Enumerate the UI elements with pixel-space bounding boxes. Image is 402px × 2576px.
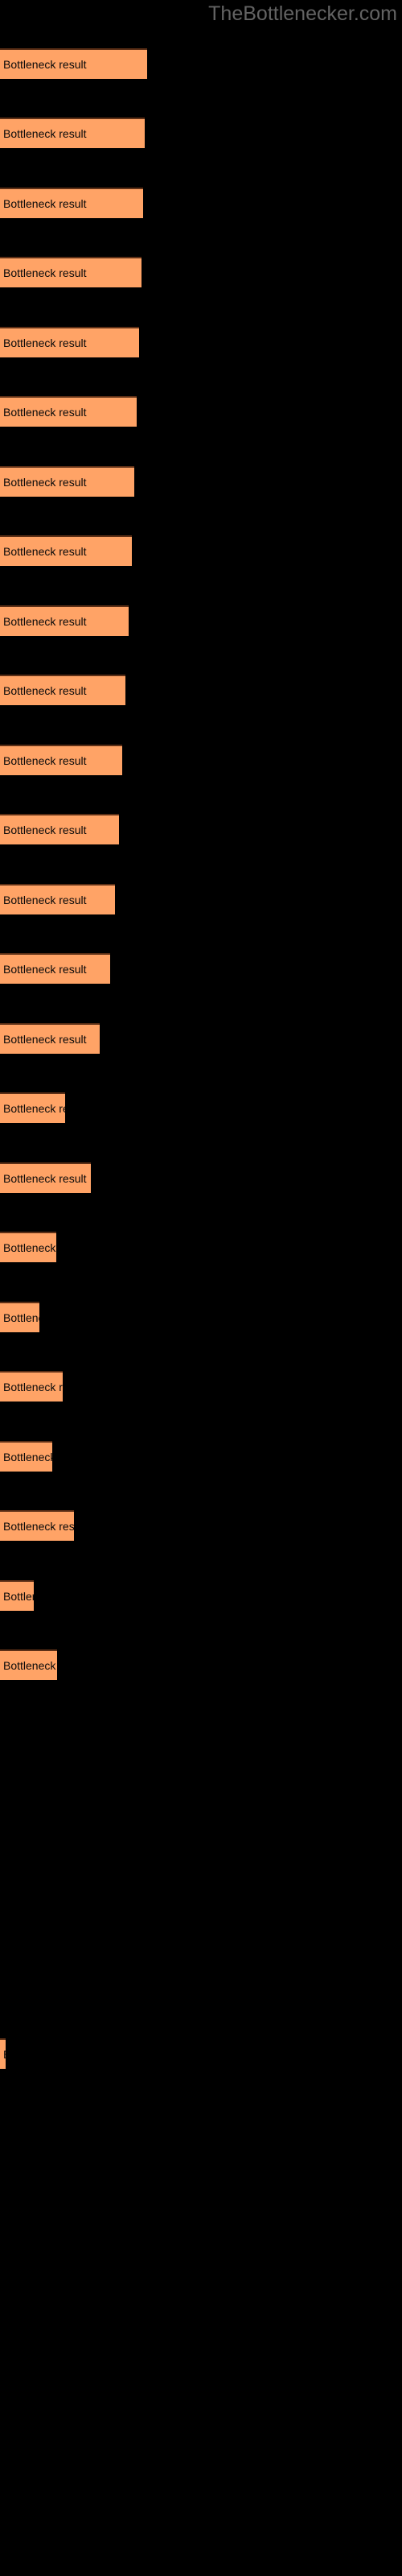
bar-label-19: Bottleneck result xyxy=(3,1311,39,1324)
bar-8[interactable]: Bottleneck result xyxy=(0,535,132,566)
bar-label-14: Bottleneck result xyxy=(3,963,87,976)
bar-label-6: Bottleneck result xyxy=(3,406,87,419)
bar-18[interactable]: Bottleneck result xyxy=(0,1232,56,1262)
bar-5[interactable]: Bottleneck result xyxy=(0,327,139,357)
bar-25[interactable]: Bottleneck result xyxy=(0,2038,6,2069)
bar-label-10: Bottleneck result xyxy=(3,684,87,697)
bar-label-9: Bottleneck result xyxy=(3,615,87,628)
bar-15[interactable]: Bottleneck result xyxy=(0,1023,100,1054)
bar-20[interactable]: Bottleneck result xyxy=(0,1371,63,1402)
bar-12[interactable]: Bottleneck result xyxy=(0,814,119,844)
bar-10[interactable]: Bottleneck result xyxy=(0,675,125,705)
bar-2[interactable]: Bottleneck result xyxy=(0,118,145,148)
bar-label-25: Bottleneck result xyxy=(3,2048,6,2061)
bar-label-17: Bottleneck result xyxy=(3,1172,87,1185)
bar-label-5: Bottleneck result xyxy=(3,336,87,349)
bar-label-7: Bottleneck result xyxy=(3,476,87,489)
bar-16[interactable]: Bottleneck result xyxy=(0,1092,65,1123)
bar-6[interactable]: Bottleneck result xyxy=(0,396,137,427)
bar-label-13: Bottleneck result xyxy=(3,894,87,906)
bar-22[interactable]: Bottleneck result xyxy=(0,1510,74,1541)
bar-label-2: Bottleneck result xyxy=(3,127,87,140)
bottleneck-bar-chart: TheBottlenecker.com Bottleneck result Bot… xyxy=(0,0,402,2576)
bar-label-11: Bottleneck result xyxy=(3,754,87,767)
bar-label-15: Bottleneck result xyxy=(3,1033,87,1046)
bar-label-3: Bottleneck result xyxy=(3,197,87,210)
bar-13[interactable]: Bottleneck result xyxy=(0,884,115,914)
bar-14[interactable]: Bottleneck result xyxy=(0,953,110,984)
bar-1[interactable]: Bottleneck result xyxy=(0,48,147,79)
bar-label-12: Bottleneck result xyxy=(3,824,87,836)
bar-label-20: Bottleneck result xyxy=(3,1381,63,1393)
bar-7[interactable]: Bottleneck result xyxy=(0,466,134,497)
bar-4[interactable]: Bottleneck result xyxy=(0,257,142,287)
bar-label-22: Bottleneck result xyxy=(3,1520,74,1533)
plot-area: Bottleneck result Bottleneck result Bottle… xyxy=(0,0,402,2576)
bar-11[interactable]: Bottleneck result xyxy=(0,745,122,775)
bar-24[interactable]: Bottleneck result xyxy=(0,1649,57,1680)
bar-19[interactable]: Bottleneck result xyxy=(0,1302,39,1332)
bar-label-16: Bottleneck result xyxy=(3,1102,65,1115)
bar-23[interactable]: Bottleneck result xyxy=(0,1580,34,1611)
bar-label-8: Bottleneck result xyxy=(3,545,87,558)
bar-17[interactable]: Bottleneck result xyxy=(0,1162,91,1193)
bar-21[interactable]: Bottleneck result xyxy=(0,1441,52,1472)
bar-9[interactable]: Bottleneck result xyxy=(0,605,129,636)
bar-3[interactable]: Bottleneck result xyxy=(0,188,143,218)
bar-label-4: Bottleneck result xyxy=(3,266,87,279)
bar-label-24: Bottleneck result xyxy=(3,1659,57,1672)
bar-label-21: Bottleneck result xyxy=(3,1451,52,1463)
bar-label-1: Bottleneck result xyxy=(3,58,87,71)
bar-label-18: Bottleneck result xyxy=(3,1241,56,1254)
bar-label-23: Bottleneck result xyxy=(3,1590,34,1603)
